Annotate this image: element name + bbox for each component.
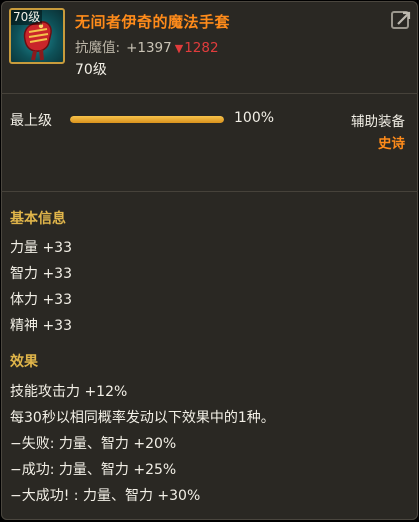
stat-line: 力量 +33 [10, 240, 72, 256]
grade-label: 最上级 [10, 113, 52, 129]
item-header: 70级 无间者伊奇的魔法手套 抗魔值: +1397 ▼1282 70级 [1, 1, 418, 89]
effect-line: −失败: 力量、智力 +20% [10, 436, 177, 452]
slot-type: 辅助装备 [351, 114, 405, 130]
effect-line: 技能攻击力 +12% [10, 384, 128, 400]
item-name: 无间者伊奇的魔法手套 [75, 13, 231, 31]
divider [1, 93, 418, 94]
grade-progress-bar [70, 116, 224, 123]
stat-line: 智力 +33 [10, 266, 72, 282]
resist-plus: +1397 [126, 40, 172, 56]
grade-percent: 100% [234, 110, 275, 126]
effect-line: −成功: 力量、智力 +25% [10, 462, 177, 478]
resist-row: 抗魔值: +1397 ▼1282 [75, 36, 219, 56]
glove-icon: 70级 [9, 8, 65, 64]
stat-line: 精神 +33 [10, 318, 72, 334]
lock-icon[interactable] [390, 10, 412, 32]
down-triangle-icon: ▼ [174, 42, 184, 55]
effect-line: −大成功! : 力量、智力 +30% [10, 488, 201, 504]
level-requirement: 70级 [75, 62, 107, 78]
resist-compare: 1282 [184, 40, 219, 56]
divider [1, 191, 418, 192]
resist-label: 抗魔值: [75, 40, 121, 56]
item-tooltip: 70级 无间者伊奇的魔法手套 抗魔值: +1397 ▼1282 70级 最上级 10… [1, 1, 418, 520]
stat-line: 体力 +33 [10, 292, 72, 308]
rarity-label: 史诗 [378, 136, 405, 152]
level-badge: 70级 [11, 10, 43, 25]
grade-progress-fill [70, 116, 224, 123]
basic-info-title: 基本信息 [10, 211, 66, 227]
effect-line: 每30秒以相同概率发动以下效果中的1种。 [10, 410, 275, 426]
effects-title: 效果 [10, 354, 38, 370]
